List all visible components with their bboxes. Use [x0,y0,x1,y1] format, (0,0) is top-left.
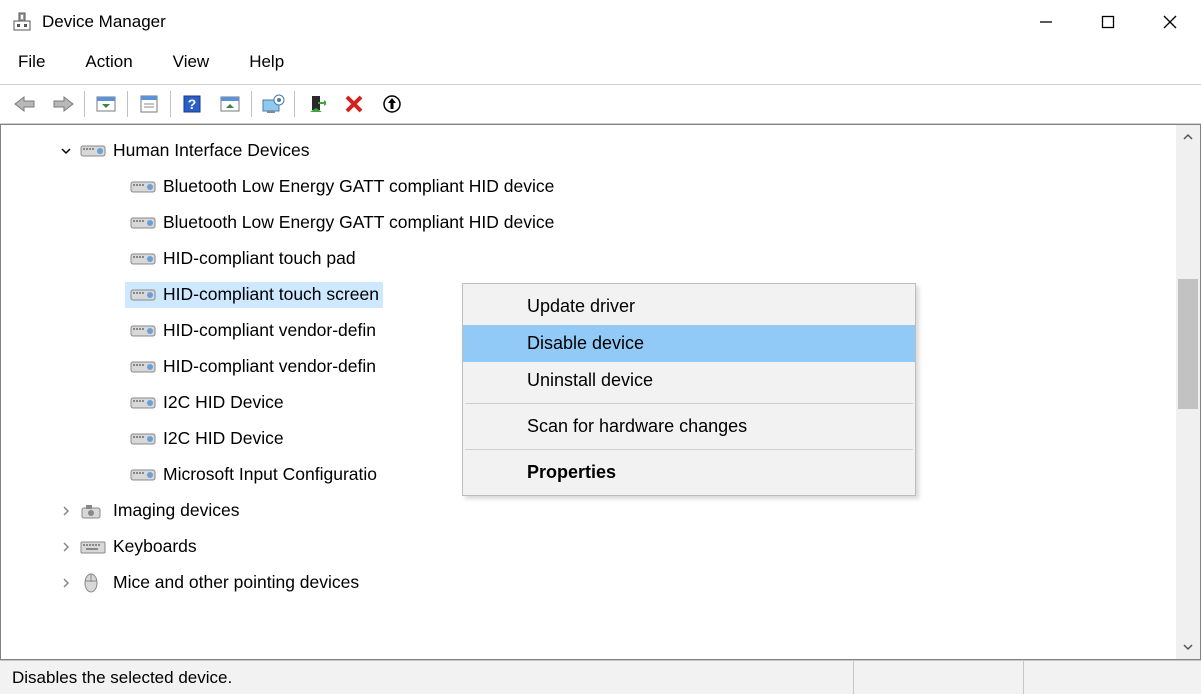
statusbar-cell-3 [1023,661,1193,694]
statusbar-cell-2 [853,661,1023,694]
category-icon [79,536,107,558]
tree-item-label: HID-compliant vendor-defin [163,322,376,340]
menubar: File Action View Help [0,44,1201,84]
context-menu-item[interactable]: Update driver [463,288,915,325]
tree-category[interactable]: Mice and other pointing devices [1,565,1200,601]
tree-item[interactable]: HID-compliant touch pad [1,241,1200,277]
tree-category-label: Imaging devices [113,502,239,520]
scrollbar-thumb[interactable] [1178,279,1198,409]
context-menu-item[interactable]: Disable device [463,325,915,362]
show-hidden-button[interactable] [87,85,125,123]
hid-device-icon [129,320,157,342]
tree-category[interactable]: Keyboards [1,529,1200,565]
statusbar: Disables the selected device. [0,660,1201,694]
chevron-right-icon[interactable] [57,505,75,517]
tree-item-label: HID-compliant vendor-defin [163,358,376,376]
tree-category[interactable]: Imaging devices [1,493,1200,529]
chevron-right-icon[interactable] [57,541,75,553]
context-menu-item[interactable]: Uninstall device [463,362,915,399]
chevron-down-icon[interactable] [57,145,75,157]
uninstall-button[interactable] [373,85,411,123]
tree-category-label: Mice and other pointing devices [113,574,359,592]
tree-item[interactable]: Bluetooth Low Energy GATT compliant HID … [1,169,1200,205]
vertical-scrollbar[interactable] [1176,125,1200,659]
context-menu-separator [465,403,913,404]
hid-category-icon [79,140,107,162]
context-menu-item[interactable]: Properties [463,454,915,491]
close-button[interactable] [1139,0,1201,44]
properties-button[interactable] [130,85,168,123]
menu-file[interactable]: File [12,50,51,74]
tree-item-label: Bluetooth Low Energy GATT compliant HID … [163,214,554,232]
category-icon [79,500,107,522]
menu-view[interactable]: View [167,50,216,74]
hid-device-icon [129,392,157,414]
enable-button[interactable] [297,85,335,123]
forward-button[interactable] [44,85,82,123]
update-driver-button[interactable] [254,85,292,123]
tree-item-label: HID-compliant touch pad [163,250,356,268]
scan-button[interactable] [211,85,249,123]
tree-item[interactable]: Bluetooth Low Energy GATT compliant HID … [1,205,1200,241]
tree-item-label: I2C HID Device [163,430,284,448]
titlebar: Device Manager [0,0,1201,44]
tree-category-hid-label: Human Interface Devices [113,142,309,160]
svg-text:?: ? [188,96,197,112]
tree-item-label: Bluetooth Low Energy GATT compliant HID … [163,178,554,196]
scroll-up-icon[interactable] [1176,125,1200,149]
disable-button[interactable] [335,85,373,123]
tree-item-label: I2C HID Device [163,394,284,412]
minimize-button[interactable] [1015,0,1077,44]
menu-action[interactable]: Action [79,50,138,74]
hid-device-icon [129,176,157,198]
hid-device-icon [129,464,157,486]
scrollbar-track[interactable] [1176,149,1200,635]
menu-help[interactable]: Help [243,50,290,74]
tree-category-label: Keyboards [113,538,197,556]
tree-item-label: HID-compliant touch screen [163,286,379,304]
chevron-right-icon[interactable] [57,577,75,589]
context-menu-separator [465,449,913,450]
window-controls [1015,0,1201,44]
hid-device-icon [129,248,157,270]
app-icon [10,10,34,34]
hid-device-icon [129,428,157,450]
window-title: Device Manager [42,12,166,32]
back-button[interactable] [6,85,44,123]
toolbar: ? [0,84,1201,124]
tree-item-label: Microsoft Input Configuratio [163,466,377,484]
help-button[interactable]: ? [173,85,211,123]
content-area: Human Interface Devices Bluetooth Low En… [0,124,1201,660]
category-icon [79,572,107,594]
maximize-button[interactable] [1077,0,1139,44]
hid-device-icon [129,212,157,234]
context-menu-item[interactable]: Scan for hardware changes [463,408,915,445]
statusbar-text: Disables the selected device. [8,661,853,694]
hid-device-icon [129,284,157,306]
context-menu: Update driverDisable deviceUninstall dev… [462,283,916,496]
scroll-down-icon[interactable] [1176,635,1200,659]
tree-category-hid[interactable]: Human Interface Devices [1,133,1200,169]
hid-device-icon [129,356,157,378]
